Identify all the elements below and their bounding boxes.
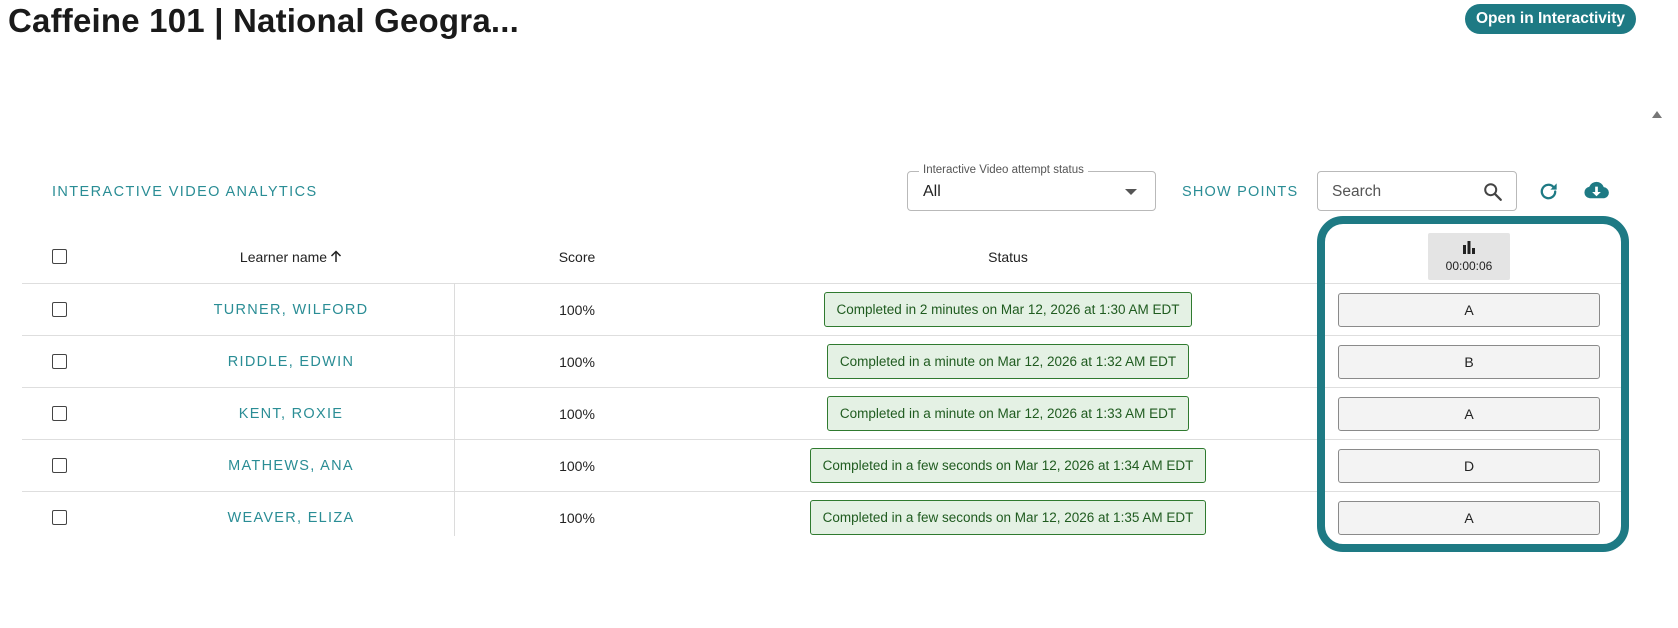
row-checkbox[interactable] <box>51 510 67 525</box>
row-checkbox[interactable] <box>51 458 67 473</box>
search-icon[interactable] <box>1482 181 1504 203</box>
search-box[interactable] <box>1317 171 1517 211</box>
caret-down-icon <box>1125 189 1137 195</box>
learner-name-link[interactable]: KENT, ROXIE <box>239 406 344 422</box>
open-in-interactivity-button[interactable]: Open in Interactivity <box>1465 4 1636 34</box>
status-badge: Completed in 2 minutes on Mar 12, 2026 a… <box>823 292 1193 327</box>
score-value: 100% <box>559 457 595 474</box>
status-header: Status <box>988 248 1028 265</box>
answer-button[interactable]: A <box>1338 292 1600 327</box>
status-badge: Completed in a few seconds on Mar 12, 20… <box>809 448 1207 483</box>
status-badge: Completed in a minute on Mar 12, 2026 at… <box>826 344 1190 379</box>
select-all-checkbox[interactable] <box>51 249 67 264</box>
table-row: MATHEWS, ANA 100% Completed in a few sec… <box>22 440 1627 492</box>
arrow-up-icon[interactable] <box>330 250 342 263</box>
bar-chart-icon <box>1463 241 1475 254</box>
search-input[interactable] <box>1332 182 1472 202</box>
table-row: WEAVER, ELIZA 100% Completed in a few se… <box>22 492 1627 543</box>
score-value: 100% <box>559 405 595 422</box>
table-row: KENT, ROXIE 100% Completed in a minute o… <box>22 388 1627 440</box>
status-badge: Completed in a minute on Mar 12, 2026 at… <box>826 396 1190 431</box>
score-value: 100% <box>559 301 595 318</box>
show-points-button[interactable]: SHOW POINTS <box>1182 184 1298 200</box>
section-title: INTERACTIVE VIDEO ANALYTICS <box>52 184 318 200</box>
score-value: 100% <box>559 353 595 370</box>
answer-button[interactable]: A <box>1338 396 1600 431</box>
row-checkbox[interactable] <box>51 354 67 369</box>
cloud-download-icon[interactable] <box>1583 178 1610 203</box>
table-header-row: Learner name Score Status 00:00:06 <box>22 230 1627 284</box>
status-badge: Completed in a few seconds on Mar 12, 20… <box>809 500 1207 535</box>
learner-name-link[interactable]: WEAVER, ELIZA <box>227 510 354 526</box>
learner-name-header-label: Learner name <box>239 248 328 265</box>
page-title: Caffeine 101 | National Geogra... <box>8 2 519 39</box>
answer-button[interactable]: B <box>1338 344 1600 379</box>
learner-name-link[interactable]: MATHEWS, ANA <box>228 458 354 474</box>
attempt-status-value: All <box>923 183 941 200</box>
refresh-icon[interactable] <box>1537 180 1560 203</box>
answer-button[interactable]: D <box>1338 448 1600 483</box>
column-divider <box>454 283 455 536</box>
question-stats-button[interactable]: 00:00:06 <box>1428 233 1510 280</box>
question-timestamp: 00:00:06 <box>1445 259 1493 273</box>
row-checkbox[interactable] <box>51 302 67 317</box>
table-row: RIDDLE, EDWIN 100% Completed in a minute… <box>22 336 1627 388</box>
answer-button[interactable]: A <box>1338 500 1600 535</box>
learner-name-link[interactable]: RIDDLE, EDWIN <box>228 354 354 370</box>
table-row: TURNER, WILFORD 100% Completed in 2 minu… <box>22 284 1627 336</box>
learner-name-header[interactable]: Learner name <box>96 230 486 283</box>
learner-name-link[interactable]: TURNER, WILFORD <box>214 302 369 318</box>
score-value: 100% <box>559 509 595 526</box>
row-checkbox[interactable] <box>51 406 67 421</box>
score-header: Score <box>558 248 596 265</box>
attempt-status-label: Interactive Video attempt status <box>919 164 1088 176</box>
attempt-status-select[interactable]: Interactive Video attempt status All <box>907 164 1156 211</box>
scroll-up-arrow-icon[interactable] <box>1652 111 1662 118</box>
